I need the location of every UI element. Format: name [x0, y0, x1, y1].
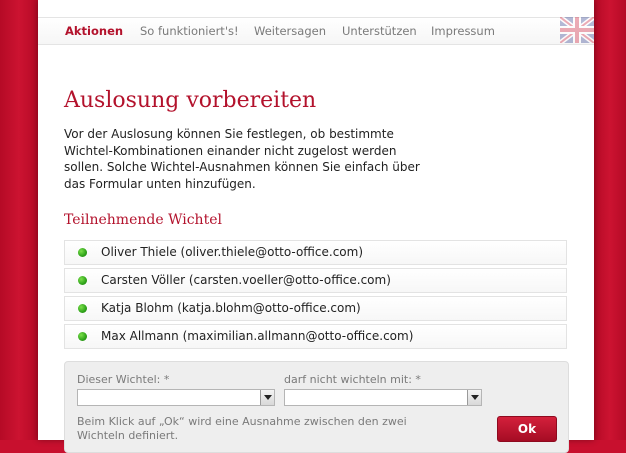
participant-list: Oliver Thiele (oliver.thiele@otto-office… [64, 240, 567, 352]
nav-item-impressum[interactable]: Impressum [431, 24, 495, 38]
main-navigation: Aktionen So funktioniert's! Weitersagen … [38, 17, 594, 45]
field2-label: darf nicht wichteln mit: * [284, 373, 421, 386]
participant-label: Max Allmann (maximilian.allmann@otto-off… [101, 329, 414, 343]
ok-button[interactable]: Ok [497, 416, 557, 442]
field1-label: Dieser Wichtel: * [77, 373, 170, 386]
nav-item-weitersagen[interactable]: Weitersagen [254, 24, 326, 38]
wichtel-select[interactable] [77, 389, 275, 406]
right-background-band [594, 0, 626, 440]
nav-item-aktionen[interactable]: Aktionen [65, 24, 123, 38]
participant-label: Carsten Völler (carsten.voeller@otto-off… [101, 273, 391, 287]
left-background-band [0, 0, 38, 440]
participant-label: Oliver Thiele (oliver.thiele@otto-office… [101, 245, 364, 259]
page-title: Auslosung vorbereiten [64, 88, 317, 113]
nav-item-unterstuetzen[interactable]: Unterstützen [342, 24, 417, 38]
participant-row: Max Allmann (maximilian.allmann@otto-off… [64, 324, 567, 349]
content-panel: Aktionen So funktioniert's! Weitersagen … [38, 0, 594, 453]
chevron-down-icon[interactable] [467, 390, 481, 405]
participant-row: Carsten Völler (carsten.voeller@otto-off… [64, 268, 567, 293]
participant-row: Oliver Thiele (oliver.thiele@otto-office… [64, 240, 567, 265]
green-dot-icon [78, 332, 87, 341]
form-hint: Beim Klick auf „Ok“ wird eine Ausnahme z… [77, 415, 407, 442]
participant-row: Katja Blohm (katja.blohm@otto-office.com… [64, 296, 567, 321]
top-strip [38, 0, 594, 16]
green-dot-icon [78, 248, 87, 257]
participant-label: Katja Blohm (katja.blohm@otto-office.com… [101, 301, 361, 315]
green-dot-icon [78, 304, 87, 313]
participants-heading: Teilnehmende Wichtel [64, 212, 222, 228]
uk-flag-icon[interactable] [560, 17, 594, 43]
exception-form: Dieser Wichtel: * darf nicht wichteln mi… [64, 361, 569, 453]
chevron-down-icon[interactable] [260, 390, 274, 405]
intro-text: Vor der Auslosung können Sie festlegen, … [64, 127, 420, 191]
nav-item-so-funktionierts[interactable]: So funktioniert's! [140, 24, 239, 38]
green-dot-icon [78, 276, 87, 285]
excluded-wichtel-select[interactable] [284, 389, 482, 406]
